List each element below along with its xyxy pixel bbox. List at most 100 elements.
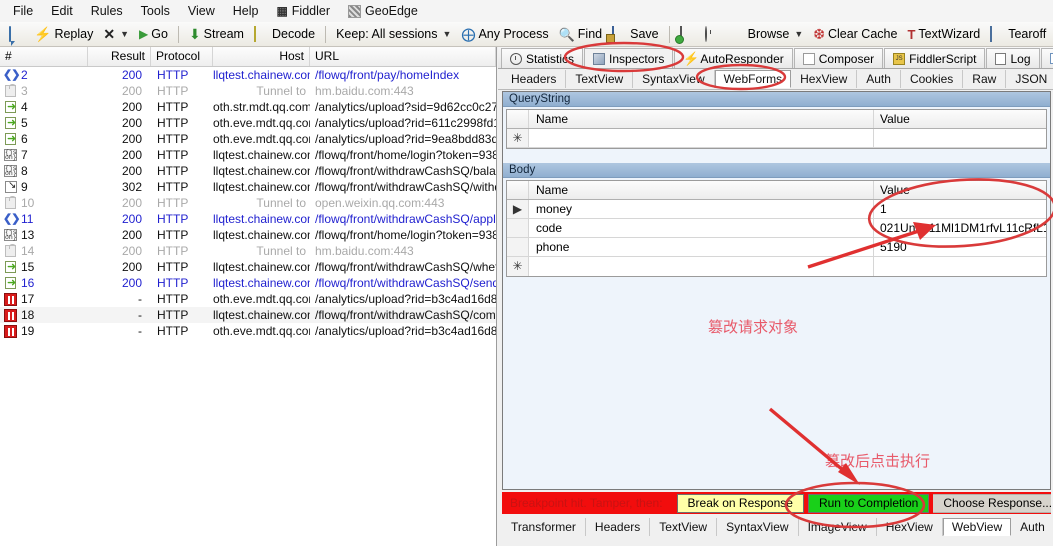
any-process-button[interactable]: ⨁ Any Process	[456, 24, 553, 45]
session-row[interactable]: 3 200 HTTP Tunnel to hm.baidu.com:443	[0, 83, 496, 99]
menu-item-rules[interactable]: Rules	[82, 2, 132, 20]
response-tab-auth[interactable]: Auth	[1011, 518, 1053, 536]
request-tab-syntaxview[interactable]: SyntaxView	[633, 70, 715, 88]
browse-button[interactable]: Browse ▼	[725, 24, 809, 45]
session-row[interactable]: 18 - HTTP llqtest.chainew.com/flowq/front/w…	[0, 307, 496, 323]
menu-item-view[interactable]: View	[179, 2, 224, 20]
querystring-name-input[interactable]	[529, 129, 874, 147]
response-tab-webview[interactable]: WebView	[942, 518, 1012, 536]
body-param-name[interactable]: code	[529, 219, 874, 237]
body-row[interactable]: ▶ money 1	[507, 200, 1046, 219]
request-tab-auth[interactable]: Auth	[857, 70, 901, 88]
session-id: 6	[21, 132, 28, 146]
body-new-row[interactable]: ✳	[507, 257, 1046, 276]
stream-button[interactable]: ⬇ Stream	[184, 24, 249, 45]
session-row[interactable]: {js on} 7 200 HTTP llqtest.chainew.com/flowq/…	[0, 147, 496, 163]
session-row[interactable]: 9 302 HTTP llqtest.chainew.com/flowq/front/…	[0, 179, 496, 195]
column-header-url[interactable]: URL	[310, 47, 496, 66]
run-to-completion-button[interactable]: Run to Completion	[807, 493, 930, 513]
tab-filters[interactable]: Filters	[1040, 48, 1053, 68]
tab-statistics[interactable]: Statistics	[501, 48, 584, 68]
response-tab-syntaxview[interactable]: SyntaxView	[717, 518, 799, 536]
response-tab-hexview[interactable]: HexView	[877, 518, 943, 536]
menu-item-fiddler[interactable]: ▦ Fiddler	[267, 2, 339, 20]
keep-sessions-dropdown[interactable]: Keep: All sessions ▼	[331, 24, 456, 45]
tab-label: Log	[1010, 51, 1031, 66]
session-list-pane[interactable]: # Result Protocol Host URL ❮❯ 2 200 HTTP llq…	[0, 47, 497, 546]
menu-item-edit[interactable]: Edit	[42, 2, 82, 20]
session-row[interactable]: 14 200 HTTP Tunnel to hm.baidu.com:443	[0, 243, 496, 259]
session-row[interactable]: 19 - HTTP oth.eve.mdt.qq.com:8080/analytics…	[0, 323, 496, 339]
tab-autoresponder[interactable]: ⚡ AutoResponder	[674, 48, 793, 68]
tearoff-button[interactable]: Tearoff	[985, 24, 1051, 45]
session-row[interactable]: 5 200 HTTP oth.eve.mdt.qq.com:8080/analytic…	[0, 115, 496, 131]
menu-item-tools[interactable]: Tools	[132, 2, 179, 20]
menu-item-geoedge[interactable]: GeoEdge	[339, 2, 427, 20]
session-row[interactable]: 4 200 HTTP oth.str.mdt.qq.com:8080/analytic…	[0, 99, 496, 115]
decode-button[interactable]: Decode	[249, 24, 320, 45]
screenshot-button[interactable]	[675, 24, 700, 45]
session-row[interactable]: {js on} 13 200 HTTP llqtest.chainew.com/flowq…	[0, 227, 496, 243]
querystring-value-input[interactable]	[874, 129, 1046, 147]
request-tab-textview[interactable]: TextView	[566, 70, 634, 88]
clear-cache-button[interactable]: ❆ Clear Cache	[808, 24, 902, 45]
tab-log[interactable]: Log	[986, 48, 1040, 68]
remove-button[interactable]: ✕ ▼	[98, 24, 134, 45]
request-tab-json[interactable]: JSON	[1006, 70, 1053, 88]
comment-button[interactable]	[4, 24, 29, 45]
column-header-result[interactable]: Result	[88, 47, 151, 66]
response-tab-transformer[interactable]: Transformer	[502, 518, 586, 536]
decode-icon	[253, 25, 256, 42]
go-button[interactable]: ▶ Go	[134, 24, 173, 45]
session-row[interactable]: ❮❯ 2 200 HTTP llqtest.chainew.com/flowq/fron…	[0, 67, 496, 83]
request-tab-headers[interactable]: Headers	[502, 70, 567, 88]
chevron-down-icon: ▼	[442, 29, 452, 39]
save-button[interactable]: Save	[607, 24, 664, 45]
annotation-click-execute: 篡改后点击执行	[825, 452, 931, 470]
body-name-input[interactable]	[529, 257, 874, 276]
body-row[interactable]: phone 5190	[507, 238, 1046, 257]
tab-inspectors[interactable]: Inspectors	[584, 48, 674, 68]
find-button[interactable]: 🔍 Find	[554, 24, 608, 45]
body-param-value[interactable]: 5190	[874, 238, 1046, 256]
session-row[interactable]: 15 200 HTTP llqtest.chainew.com/flowq/front…	[0, 259, 496, 275]
menu-item-file[interactable]: File	[4, 2, 42, 20]
body-param-name[interactable]: phone	[529, 238, 874, 256]
timer-button[interactable]	[700, 24, 725, 45]
request-tab-cookies[interactable]: Cookies	[901, 70, 964, 88]
session-row[interactable]: 6 200 HTTP oth.eve.mdt.qq.com:8080/analytic…	[0, 131, 496, 147]
session-id: 11	[21, 212, 34, 226]
session-row[interactable]: {js on} 8 200 HTTP llqtest.chainew.com/flowq/…	[0, 163, 496, 179]
session-row[interactable]: 16 200 HTTP llqtest.chainew.com/flowq/front…	[0, 275, 496, 291]
column-header-protocol[interactable]: Protocol	[151, 47, 213, 66]
querystring-new-row[interactable]: ✳	[507, 129, 1046, 148]
body-grid[interactable]: Name Value ▶ money 1 code 021UnoL11Ml1DM1rfv…	[506, 180, 1047, 277]
tab-fiddlerscript[interactable]: JS FiddlerScript	[884, 48, 986, 68]
body-param-value[interactable]: 1	[874, 200, 1046, 218]
choose-response-button[interactable]: Choose Response...	[933, 493, 1051, 513]
column-header-host[interactable]: Host	[213, 47, 310, 66]
request-tab-raw[interactable]: Raw	[963, 70, 1007, 88]
session-row[interactable]: 10 200 HTTP Tunnel to open.weixin.qq.com:443	[0, 195, 496, 211]
menu-item-help[interactable]: Help	[224, 2, 268, 20]
response-tab-headers[interactable]: Headers	[586, 518, 651, 536]
column-header-num[interactable]: #	[0, 47, 88, 66]
body-value-input[interactable]	[874, 257, 1046, 276]
request-tab-webforms[interactable]: WebForms	[714, 70, 792, 88]
tab-composer[interactable]: Composer	[793, 48, 884, 68]
break-on-response-button[interactable]: Break on Response	[676, 493, 804, 513]
body-row[interactable]: code 021UnoL11Ml1DM1rfvL11cRfL1	[507, 219, 1046, 238]
session-host-cell: llqtest.chainew.com	[213, 228, 310, 242]
session-protocol-cell: HTTP	[157, 292, 189, 306]
session-result-cell: -	[138, 324, 142, 338]
response-tab-imageview[interactable]: ImageView	[799, 518, 877, 536]
textwizard-button[interactable]: T TextWizard	[902, 24, 985, 45]
querystring-grid[interactable]: Name Value ✳	[506, 109, 1047, 149]
session-row[interactable]: 17 - HTTP oth.eve.mdt.qq.com:8080/analytics…	[0, 291, 496, 307]
replay-button[interactable]: ⚡ Replay	[29, 24, 98, 45]
response-tab-textview[interactable]: TextView	[650, 518, 718, 536]
session-row[interactable]: ❮❯ 11 200 HTTP llqtest.chainew.com/flowq/fro…	[0, 211, 496, 227]
body-param-name[interactable]: money	[529, 200, 874, 218]
body-param-value[interactable]: 021UnoL11Ml1DM1rfvL11cRfL1	[874, 219, 1046, 237]
request-tab-hexview[interactable]: HexView	[791, 70, 858, 88]
